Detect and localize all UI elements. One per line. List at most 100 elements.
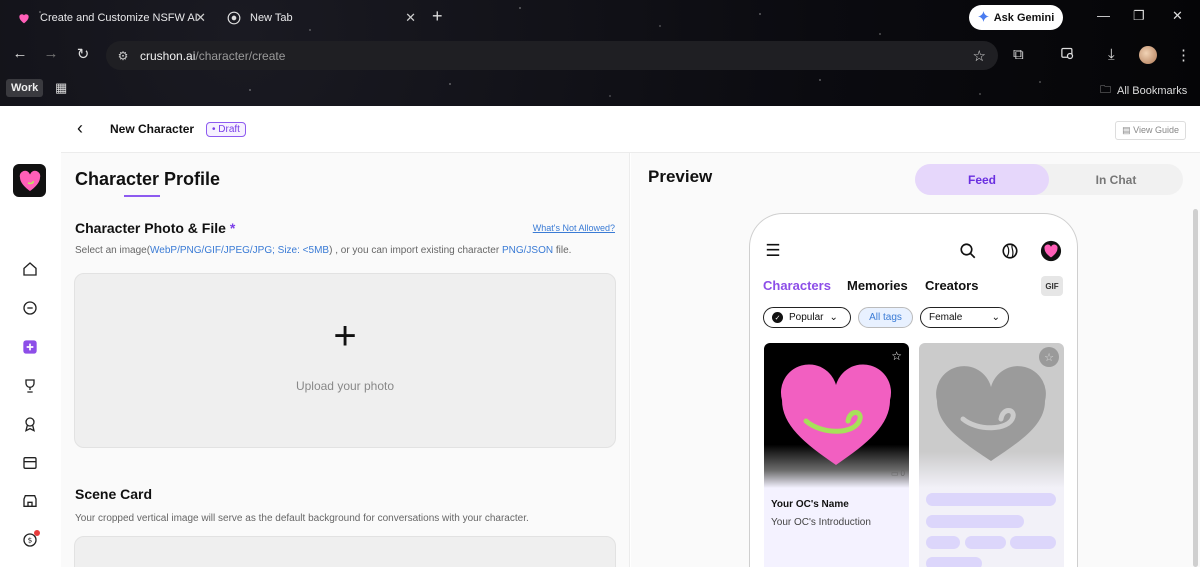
heading-underline	[124, 195, 160, 197]
home-icon[interactable]	[20, 259, 40, 279]
sort-check-icon: ✓	[772, 312, 783, 323]
chevron-down-icon: ⌄	[829, 312, 838, 323]
card-name: Your OC's Name	[771, 499, 849, 510]
tab-crushon[interactable]: Create and Customize NSFW AI ✕	[16, 4, 206, 32]
import-link[interactable]: PNG/JSON	[502, 245, 553, 256]
page: $ ‹ New Character • Draft ▤ View Guide C…	[0, 106, 1200, 567]
skeleton-line	[926, 557, 982, 567]
preview-heading: Preview	[648, 167, 713, 186]
minimize-icon[interactable]: —	[1097, 8, 1110, 23]
create-icon[interactable]	[20, 337, 40, 357]
view-guide-button[interactable]: ▤ View Guide	[1115, 121, 1186, 140]
heart-logo-icon	[780, 364, 892, 465]
sort-label: Popular	[789, 312, 824, 323]
phone-tab-characters: Characters	[763, 278, 831, 293]
ask-gemini-button[interactable]: Ask Gemini	[969, 5, 1063, 30]
phone-tab-creators: Creators	[925, 278, 979, 293]
scene-card-description: Your cropped vertical image will serve a…	[75, 513, 529, 524]
tab-new-tab[interactable]: New Tab ✕	[226, 4, 416, 32]
notification-dot	[34, 530, 40, 536]
card-intro: Your OC's Introduction	[771, 517, 871, 528]
left-sidebar: $	[0, 106, 61, 567]
preview-panel: Preview Feed In Chat ☰ Characters Memori…	[631, 153, 1200, 567]
badge-icon[interactable]	[20, 414, 40, 434]
tab-close-icon[interactable]: ✕	[195, 10, 206, 26]
tab-title: Create and Customize NSFW AI	[40, 12, 198, 24]
sort-dropdown: ✓ Popular ⌄	[763, 307, 851, 328]
comment-icon: ▭	[890, 469, 899, 478]
tab-title: New Tab	[250, 12, 293, 24]
message-count: ▭ 0	[891, 469, 905, 478]
restore-icon[interactable]: ❐	[1133, 8, 1145, 24]
required-mark: *	[229, 220, 236, 236]
scrollbar[interactable]	[1193, 209, 1198, 567]
phone-mockup: ☰ Characters Memories Creators GIF ✓ Pop…	[749, 213, 1078, 567]
photo-heading: Character Photo & File *	[75, 220, 235, 236]
gemini-sparkle-icon	[977, 10, 989, 25]
desc-text: Select an image(	[75, 245, 151, 256]
tab-search-icon[interactable]	[1060, 46, 1075, 65]
tab-close-icon[interactable]: ✕	[405, 10, 416, 26]
card-icon[interactable]	[20, 453, 40, 473]
page-title: New Character	[110, 122, 195, 136]
extensions-icon[interactable]: ⧉	[1013, 46, 1024, 63]
plus-icon: +	[333, 314, 357, 358]
upload-photo-dropzone[interactable]: + Upload your photo	[74, 273, 616, 448]
profile-avatar[interactable]	[1139, 46, 1157, 64]
skeleton-line	[926, 515, 1024, 528]
card-image	[764, 343, 909, 488]
photo-heading-label: Character Photo & File	[75, 220, 226, 236]
profile-chip[interactable]: Work	[6, 79, 44, 97]
scene-card-dropzone[interactable]	[74, 536, 616, 567]
coin-icon[interactable]: $	[20, 530, 40, 550]
back-icon[interactable]: ←	[10, 45, 30, 62]
address-bar[interactable]: ⚙ crushon.ai/character/create ☆	[106, 41, 998, 70]
window-close-icon[interactable]: ✕	[1172, 8, 1183, 24]
whats-not-allowed-link[interactable]: What's Not Allowed?	[533, 223, 615, 233]
crushon-logo[interactable]	[13, 164, 46, 197]
formats-link[interactable]: WebP/PNG/GIF/JPEG/JPG; Size: <5MB	[150, 245, 329, 256]
new-tab-button[interactable]: +	[432, 6, 443, 27]
heart-favicon	[16, 10, 32, 26]
favorite-star-icon: ☆	[891, 349, 902, 363]
browser-chrome: Create and Customize NSFW AI ✕ New Tab ✕…	[0, 0, 1200, 106]
bookmark-star-icon[interactable]: ☆	[973, 47, 986, 65]
gif-toggle: GIF	[1041, 276, 1063, 296]
gender-dropdown: Female ⌄	[920, 307, 1009, 328]
search-icon	[957, 240, 979, 262]
skeleton-line	[1010, 536, 1056, 549]
desc-text: ) , or you can import existing character	[329, 245, 502, 256]
chat-icon[interactable]	[20, 298, 40, 318]
phone-tab-memories: Memories	[847, 278, 908, 293]
menu-dots-icon[interactable]: ⋮	[1176, 46, 1191, 64]
reload-icon[interactable]: ↻	[73, 45, 93, 63]
site-info-icon[interactable]: ⚙	[114, 47, 132, 65]
skeleton-line	[965, 536, 1006, 549]
url-path: /character/create	[195, 48, 286, 63]
ask-gemini-label: Ask Gemini	[993, 11, 1055, 24]
tab-in-chat[interactable]: In Chat	[1049, 164, 1183, 195]
tab-feed[interactable]: Feed	[915, 164, 1049, 195]
url-domain: crushon.ai	[140, 48, 196, 63]
back-chevron-icon[interactable]: ‹	[77, 118, 83, 139]
message-count-value: 0	[900, 469, 905, 478]
trophy-icon[interactable]	[20, 376, 40, 396]
all-bookmarks-label: All Bookmarks	[1117, 84, 1188, 97]
forward-icon[interactable]: →	[41, 45, 61, 62]
photo-description: Select an image(WebP/PNG/GIF/JPEG/JPG; S…	[75, 245, 571, 256]
svg-text:$: $	[28, 536, 33, 545]
all-bookmarks[interactable]: 🗀 All Bookmarks	[1100, 81, 1187, 100]
all-tags-chip: All tags	[858, 307, 913, 328]
upload-label: Upload your photo	[295, 379, 395, 393]
draft-badge: • Draft	[206, 122, 246, 137]
favorite-star-icon: ☆	[1039, 347, 1059, 367]
character-card-preview: ☆ ▭ 0 Your OC's Name Your OC's Introducti…	[764, 343, 909, 567]
skeleton-line	[926, 536, 960, 549]
folder-icon: 🗀	[1100, 84, 1111, 96]
view-guide-label: View Guide	[1133, 125, 1179, 135]
character-form: Character Profile Character Photo & File…	[61, 153, 630, 567]
apps-grid-icon[interactable]: ▦	[55, 80, 67, 96]
download-icon[interactable]: ⤓	[1108, 46, 1115, 63]
store-icon[interactable]	[20, 491, 40, 511]
skeleton-line	[926, 493, 1056, 506]
